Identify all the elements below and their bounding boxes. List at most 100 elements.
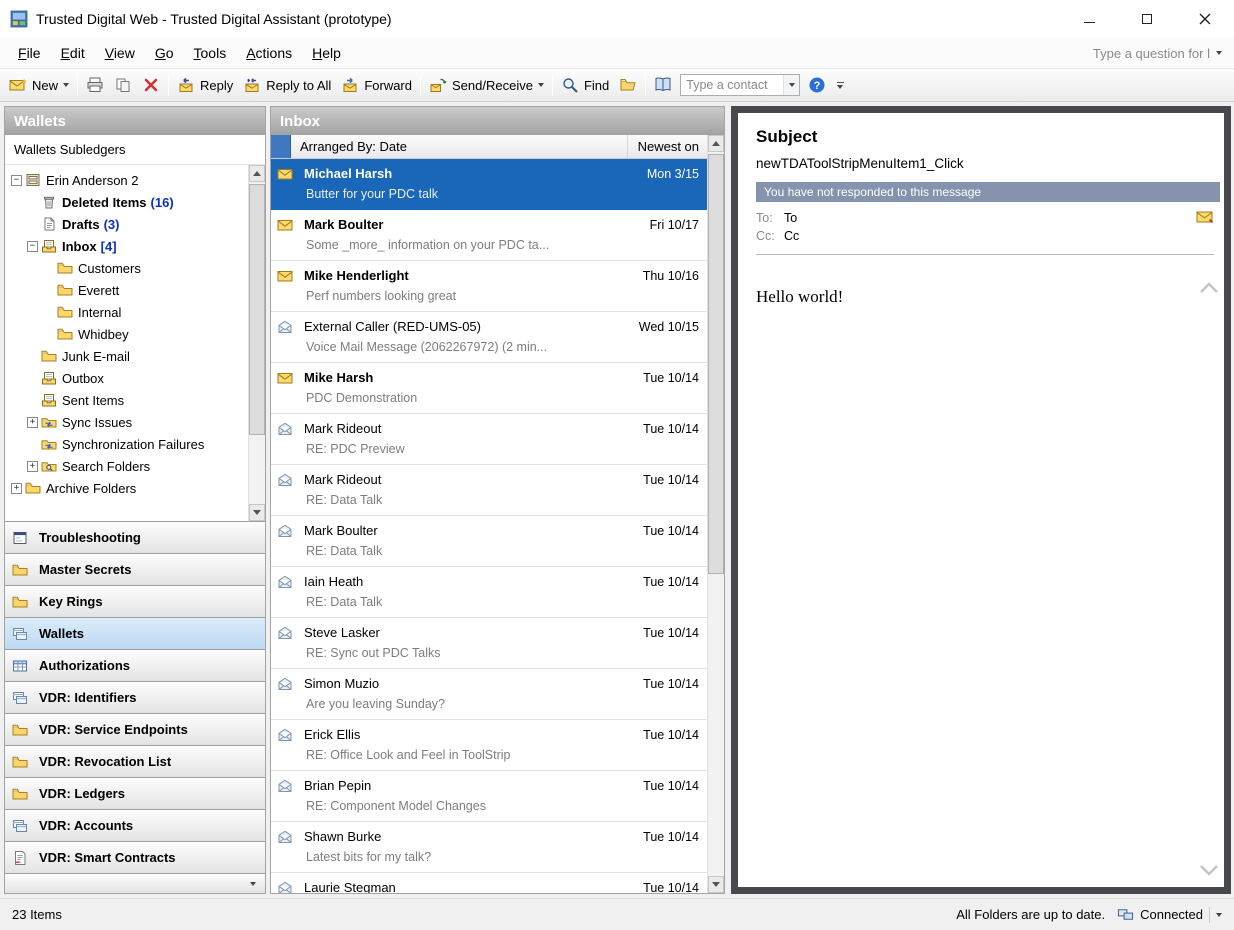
scroll-down-button[interactable] (249, 504, 265, 521)
maximize-icon (1142, 14, 1152, 24)
message-row[interactable]: Shawn BurkeTue 10/14Latest bits for my t… (271, 822, 707, 873)
tree-item-label: Synchronization Failures (62, 437, 204, 452)
tree-item-sync-issues[interactable]: +Sync Issues (5, 411, 248, 433)
message-row[interactable]: Mark BoulterFri 10/17Some _more_ informa… (271, 210, 707, 261)
tree-item-customers[interactable]: Customers (5, 257, 248, 279)
tree-item-deleted-items[interactable]: Deleted Items(16) (5, 191, 248, 213)
help-button[interactable]: ? (803, 72, 831, 98)
scroll-up-icon[interactable] (1198, 281, 1220, 295)
wallets-panel-header: Wallets (5, 107, 265, 135)
sidebar-item-label: VDR: Revocation List (39, 754, 171, 769)
sidebar-item-vdr-ledgers[interactable]: VDR: Ledgers (5, 777, 265, 809)
scrollbar-thumb[interactable] (708, 154, 724, 574)
reply-button[interactable]: Reply (172, 72, 238, 98)
tree-item-synchronization-failures[interactable]: Synchronization Failures (5, 433, 248, 455)
sort-order-button[interactable]: Newest on (627, 135, 707, 158)
scroll-down-button[interactable] (708, 876, 724, 893)
expand-expander-icon[interactable]: + (27, 417, 38, 428)
scrollbar-track[interactable] (249, 182, 265, 504)
send-receive-button[interactable]: Send/Receive (424, 72, 549, 98)
tree-item-whidbey[interactable]: Whidbey (5, 323, 248, 345)
message-row[interactable]: Mark RideoutTue 10/14RE: Data Talk (271, 465, 707, 516)
scroll-down-icon[interactable] (1198, 863, 1220, 877)
folder-icon (12, 786, 29, 802)
message-row[interactable]: Mark RideoutTue 10/14RE: PDC Preview (271, 414, 707, 465)
menu-tools[interactable]: Tools (184, 41, 237, 65)
find-button[interactable]: Find (556, 72, 614, 98)
sidebar-item-wallets[interactable]: Wallets (5, 617, 265, 649)
tree-item-everett[interactable]: Everett (5, 279, 248, 301)
menu-view[interactable]: View (95, 41, 145, 65)
print-button[interactable] (81, 72, 109, 98)
list-header-corner[interactable] (271, 135, 291, 158)
message-row[interactable]: Laurie StegmanTue 10/14 (271, 873, 707, 893)
tree-item-sent-items[interactable]: Sent Items (5, 389, 248, 411)
tree-item-erin-anderson-2[interactable]: −Erin Anderson 2 (5, 169, 248, 191)
message-row[interactable]: Iain HeathTue 10/14RE: Data Talk (271, 567, 707, 618)
sidebar-item-troubleshooting[interactable]: Troubleshooting (5, 521, 265, 553)
question-box[interactable]: Type a question for l (1093, 46, 1226, 61)
reply-all-button-label: Reply to All (266, 78, 331, 93)
sidebar-item-vdr-service-endpoints[interactable]: VDR: Service Endpoints (5, 713, 265, 745)
tree-item-drafts[interactable]: Drafts(3) (5, 213, 248, 235)
sidebar-item-vdr-revocation-list[interactable]: VDR: Revocation List (5, 745, 265, 777)
message-row[interactable]: Erick EllisTue 10/14RE: Office Look and … (271, 720, 707, 771)
delete-button[interactable] (137, 72, 165, 98)
sidebar-item-vdr-accounts[interactable]: VDR: Accounts (5, 809, 265, 841)
menu-go[interactable]: Go (145, 41, 184, 65)
tree-scrollbar[interactable] (248, 165, 265, 521)
sidebar-item-authorizations[interactable]: Authorizations (5, 649, 265, 681)
new-button[interactable]: New (4, 72, 74, 98)
forward-button[interactable]: Forward (336, 72, 417, 98)
connection-status-button[interactable]: Connected (1117, 906, 1222, 923)
message-row[interactable]: Simon MuzioTue 10/14Are you leaving Sund… (271, 669, 707, 720)
scroll-up-button[interactable] (249, 165, 265, 182)
tree-item-archive-folders[interactable]: +Archive Folders (5, 477, 248, 499)
message-row[interactable]: Brian PepinTue 10/14RE: Component Model … (271, 771, 707, 822)
tree-item-junk-e-mail[interactable]: Junk E-mail (5, 345, 248, 367)
menu-help[interactable]: Help (302, 41, 351, 65)
collapse-expander-icon[interactable]: − (27, 241, 38, 252)
arranged-by-button[interactable]: Arranged By: Date (300, 139, 407, 154)
message-row[interactable]: Mark BoulterTue 10/14RE: Data Talk (271, 516, 707, 567)
expand-expander-icon[interactable]: + (27, 461, 38, 472)
tree-item-internal[interactable]: Internal (5, 301, 248, 323)
maximize-button[interactable] (1118, 0, 1176, 38)
sidebar-item-vdr-identifiers[interactable]: VDR: Identifiers (5, 681, 265, 713)
address-book-button[interactable] (649, 72, 677, 98)
message-row[interactable]: Mike HarshTue 10/14PDC Demonstration (271, 363, 707, 414)
expander-spacer (27, 197, 38, 208)
sidebar-item-master-secrets[interactable]: Master Secrets (5, 553, 265, 585)
message-row[interactable]: External Caller (RED-UMS-05)Wed 10/15Voi… (271, 312, 707, 363)
tree-item-inbox[interactable]: −Inbox[4] (5, 235, 248, 257)
menu-edit[interactable]: Edit (51, 41, 95, 65)
sidebar-configure-button[interactable] (5, 873, 265, 893)
collapse-expander-icon[interactable]: − (11, 175, 22, 186)
menu-actions[interactable]: Actions (236, 41, 302, 65)
sidebar-item-label: Authorizations (39, 658, 130, 673)
contact-search-input[interactable]: Type a contact (680, 74, 800, 96)
scrollbar-thumb[interactable] (249, 184, 265, 435)
message-row[interactable]: Steve LaskerTue 10/14RE: Sync out PDC Ta… (271, 618, 707, 669)
tree-item-search-folders[interactable]: +Search Folders (5, 455, 248, 477)
chevron-down-icon (63, 83, 69, 87)
scrollbar-track[interactable] (708, 152, 724, 876)
contact-search-dropdown[interactable] (783, 75, 799, 95)
scroll-up-button[interactable] (708, 135, 724, 152)
minimize-button[interactable] (1060, 0, 1118, 38)
organize-button[interactable] (614, 72, 642, 98)
move-to-folder-button[interactable] (109, 72, 137, 98)
close-button[interactable] (1176, 0, 1234, 38)
expand-expander-icon[interactable]: + (11, 483, 22, 494)
message-row[interactable]: Michael HarshMon 3/15Butter for your PDC… (271, 159, 707, 210)
message-row[interactable]: Mike HenderlightThu 10/16Perf numbers lo… (271, 261, 707, 312)
toolbar-overflow-button[interactable] (833, 72, 847, 98)
message-date: Tue 10/14 (643, 473, 703, 487)
reply-all-button[interactable]: Reply to All (238, 72, 336, 98)
sidebar-item-key-rings[interactable]: Key Rings (5, 585, 265, 617)
sidebar-item-vdr-smart-contracts[interactable]: VDR: Smart Contracts (5, 841, 265, 873)
message-list-scrollbar[interactable] (707, 135, 724, 893)
tree-item-outbox[interactable]: Outbox (5, 367, 248, 389)
menu-file[interactable]: File (8, 41, 51, 65)
smart-contract-icon (12, 850, 29, 866)
